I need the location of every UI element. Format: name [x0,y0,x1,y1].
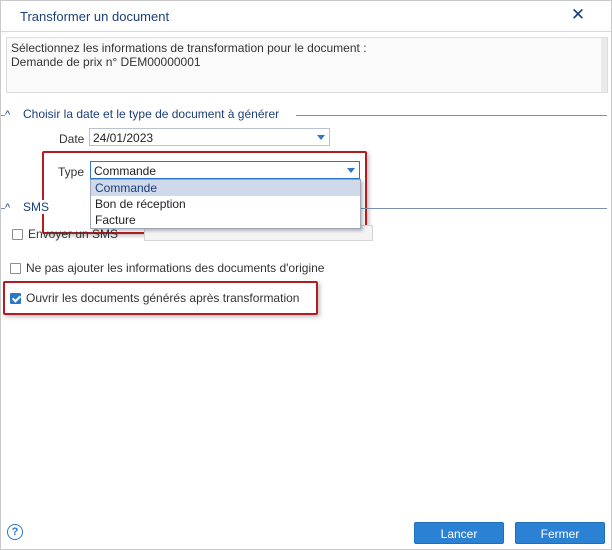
close-icon[interactable]: ✕ [569,6,587,24]
option-label: Bon de réception [95,197,186,211]
no-origin-info-checkbox[interactable] [10,263,21,274]
section-rule-left [1,115,5,116]
section-rule-right [361,208,607,209]
open-generated-checkbox[interactable] [10,293,21,304]
type-option-commande[interactable]: Commande [91,180,360,196]
transform-document-dialog: Transformer un document ✕ Sélectionnez l… [0,0,612,550]
type-label: Type [58,165,85,179]
send-sms-checkbox[interactable] [12,229,23,240]
date-value: 24/01/2023 [93,131,154,145]
info-panel: Sélectionnez les informations de transfo… [6,37,608,93]
info-line-document: Demande de prix n° DEM00000001 [11,55,201,69]
section-date-type-header: ^ Choisir la date et le type de document… [1,107,611,123]
info-scrollbar[interactable] [601,38,607,92]
type-option-bon-de-reception[interactable]: Bon de réception [91,196,360,212]
type-value: Commande [94,164,157,178]
close-button[interactable]: Fermer [515,522,605,544]
no-origin-info-label: Ne pas ajouter les informations des docu… [26,261,325,275]
chevron-down-icon[interactable] [347,168,355,173]
section-rule-right [296,115,607,116]
launch-button[interactable]: Lancer [414,522,504,544]
chevron-up-icon[interactable]: ^ [5,107,21,123]
title-bar: Transformer un document ✕ [1,1,611,32]
section-rule-left [1,208,5,209]
option-label: Facture [95,213,136,227]
section-date-type-caption: Choisir la date et le type de document à… [21,107,282,121]
option-label: Commande [95,181,158,195]
info-line-instructions: Sélectionnez les informations de transfo… [11,41,367,55]
help-icon[interactable]: ? [7,524,23,540]
section-sms-caption: SMS [21,200,52,214]
date-label: Date [59,132,85,146]
chevron-up-icon[interactable]: ^ [5,200,21,216]
type-combo[interactable]: Commande [90,161,360,179]
date-combo[interactable]: 24/01/2023 [89,128,330,146]
chevron-down-icon[interactable] [317,135,325,140]
type-option-facture[interactable]: Facture [91,212,360,228]
dialog-title: Transformer un document [20,9,170,24]
type-dropdown-list: Commande Bon de réception Facture [90,179,361,229]
send-sms-label: Envoyer un SMS [28,227,119,241]
open-generated-label: Ouvrir les documents générés après trans… [26,291,300,305]
